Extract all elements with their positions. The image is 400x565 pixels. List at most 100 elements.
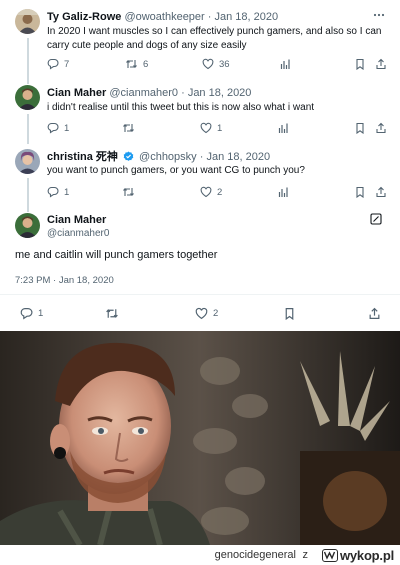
tweet-text: i didn't realise until this tweet but th… bbox=[47, 101, 314, 115]
display-name[interactable]: Cian Maher bbox=[47, 87, 106, 99]
wykop-logo: wykop.pl bbox=[321, 547, 394, 563]
handle[interactable]: @owoathkeeper bbox=[124, 11, 204, 23]
retweet-count: 6 bbox=[143, 58, 149, 70]
share-button[interactable] bbox=[368, 306, 381, 320]
retweet-button[interactable] bbox=[122, 121, 140, 135]
tweet-header: Cian Maher @cianmaher0 bbox=[47, 213, 109, 241]
avatar[interactable] bbox=[15, 85, 40, 110]
tweet-text-line: you want to punch gamers, or you want CG… bbox=[47, 165, 305, 176]
reply-button[interactable]: 1 bbox=[20, 306, 43, 320]
avatar[interactable] bbox=[15, 149, 40, 174]
reply-count: 1 bbox=[64, 186, 70, 198]
reply-button[interactable]: 1 bbox=[47, 185, 69, 199]
like-button[interactable]: 36 bbox=[202, 57, 230, 71]
retweet-button[interactable] bbox=[122, 185, 140, 199]
reply-button[interactable]: 7 bbox=[47, 57, 69, 71]
tweet-text: In 2020 I want muscles so I can effectiv… bbox=[47, 25, 381, 52]
like-button[interactable]: 1 bbox=[200, 121, 222, 135]
reaction-photo bbox=[0, 331, 400, 545]
retweet-icon bbox=[123, 123, 134, 133]
reply-count: 1 bbox=[64, 122, 70, 134]
tweet-header: Ty Galiz-Rowe @owoathkeeper · Jan 18, 20… bbox=[47, 10, 278, 24]
analytics-button[interactable] bbox=[277, 121, 289, 135]
share-icon bbox=[376, 58, 386, 70]
handle[interactable]: @chhopsky bbox=[139, 151, 197, 163]
retweet-icon bbox=[126, 59, 137, 69]
thread-line bbox=[27, 38, 29, 84]
like-count: 2 bbox=[217, 186, 223, 198]
timestamp[interactable]: Jan 18, 2020 bbox=[188, 87, 252, 99]
tweet-3[interactable]: christina 死神 @chhopsky · Jan 18, 2020 yo… bbox=[0, 148, 400, 212]
retweet-icon bbox=[123, 187, 134, 197]
reply-button[interactable]: 1 bbox=[47, 121, 69, 135]
reply-count: 7 bbox=[64, 58, 70, 70]
tweet-actions: 1 2 bbox=[20, 306, 385, 320]
tweet-header: christina 死神 @chhopsky · Jan 18, 2020 bbox=[47, 150, 270, 164]
like-button[interactable]: 2 bbox=[200, 185, 222, 199]
retweet-button[interactable]: 6 bbox=[125, 57, 148, 71]
share-button[interactable] bbox=[375, 121, 387, 135]
handle[interactable]: @cianmaher0 bbox=[109, 87, 178, 99]
thread-line bbox=[27, 114, 29, 144]
separator-dot: · bbox=[181, 87, 185, 99]
retweet-icon bbox=[106, 308, 118, 318]
tweet-text: you want to punch gamers, or you want CG… bbox=[47, 164, 305, 178]
share-icon bbox=[376, 122, 386, 134]
like-count: 36 bbox=[219, 58, 230, 70]
footer-username: genocidegeneral bbox=[214, 549, 296, 561]
main-tweet-text: me and caitlin will punch gamers togethe… bbox=[15, 249, 218, 261]
main-tweet[interactable]: Cian Maher @cianmaher0 me and caitlin wi… bbox=[0, 210, 400, 326]
analytics-button[interactable] bbox=[277, 185, 289, 199]
share-button[interactable] bbox=[375, 57, 387, 71]
tweet-header: Cian Maher @cianmaher0 · Jan 18, 2020 bbox=[47, 86, 251, 100]
footer-z: z bbox=[302, 549, 309, 561]
tweet-text-line: carry cute people and dogs of any size e… bbox=[47, 39, 247, 51]
avatar[interactable] bbox=[15, 9, 40, 34]
display-name[interactable]: christina 死神 bbox=[47, 151, 118, 163]
heart-icon bbox=[200, 122, 212, 134]
grok-edit-icon[interactable] bbox=[370, 213, 382, 225]
heart-icon bbox=[195, 307, 208, 319]
reply-icon bbox=[20, 307, 33, 319]
ellipsis-icon[interactable] bbox=[373, 9, 385, 21]
main-tweet-timestamp[interactable]: 7:23 PM · Jan 18, 2020 bbox=[15, 275, 114, 286]
watermark-footer: genocidegeneral z wykop.pl bbox=[0, 545, 400, 565]
verified-badge-icon bbox=[123, 151, 134, 161]
timestamp[interactable]: Jan 18, 2020 bbox=[206, 151, 270, 163]
bookmark-icon bbox=[356, 186, 364, 198]
tweet-text-line: i didn't realise until this tweet but th… bbox=[47, 102, 315, 113]
bookmark-icon bbox=[356, 58, 364, 70]
bookmark-icon bbox=[285, 307, 294, 320]
like-count: 1 bbox=[217, 122, 223, 134]
display-name[interactable]: Ty Galiz-Rowe bbox=[47, 11, 121, 23]
share-button[interactable] bbox=[375, 185, 387, 199]
timestamp[interactable]: Jan 18, 2020 bbox=[215, 11, 279, 23]
reply-icon bbox=[47, 186, 59, 198]
tweet-1[interactable]: Ty Galiz-Rowe @owoathkeeper · Jan 18, 20… bbox=[0, 8, 400, 84]
wykop-logo-icon bbox=[321, 548, 338, 562]
bookmark-button[interactable] bbox=[354, 121, 366, 135]
bookmark-button[interactable] bbox=[354, 57, 366, 71]
divider bbox=[0, 294, 400, 295]
like-button[interactable]: 2 bbox=[195, 306, 218, 320]
bookmark-button[interactable] bbox=[354, 185, 366, 199]
reply-icon bbox=[47, 122, 59, 134]
heart-icon bbox=[200, 186, 212, 198]
separator-dot: · bbox=[199, 151, 204, 163]
bookmark-icon bbox=[356, 122, 364, 134]
analytics-icon bbox=[278, 187, 288, 197]
retweet-button[interactable] bbox=[105, 306, 124, 320]
tweet-actions: 7 6 36 bbox=[47, 57, 387, 71]
reply-count: 1 bbox=[38, 307, 44, 319]
analytics-button[interactable] bbox=[279, 57, 291, 71]
bookmark-button[interactable] bbox=[283, 306, 296, 320]
handle[interactable]: @cianmaher0 bbox=[47, 227, 109, 241]
tweet-text-line: In 2020 I want muscles so I can effectiv… bbox=[47, 26, 382, 37]
like-count: 2 bbox=[213, 307, 219, 319]
display-name[interactable]: Cian Maher bbox=[47, 213, 109, 227]
separator-dot: · bbox=[207, 11, 212, 23]
tweet-actions: 1 2 bbox=[47, 185, 387, 199]
avatar[interactable] bbox=[15, 213, 40, 238]
tweet-2[interactable]: Cian Maher @cianmaher0 · Jan 18, 2020 i … bbox=[0, 84, 400, 144]
heart-icon bbox=[202, 58, 214, 70]
